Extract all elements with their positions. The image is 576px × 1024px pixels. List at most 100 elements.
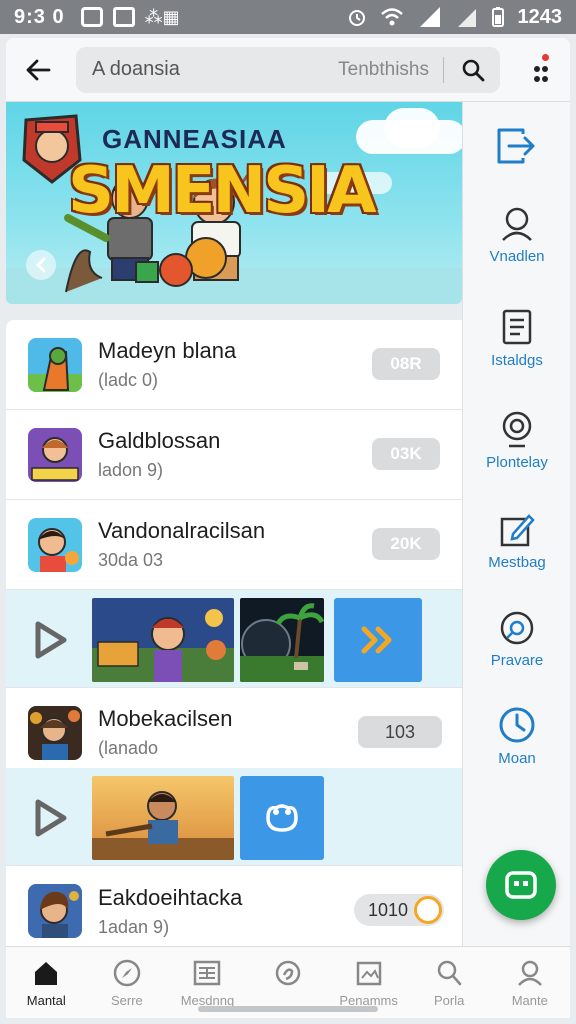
app-name: Mobekacilsen — [98, 706, 233, 731]
rail-item-play[interactable]: Plontelay — [463, 410, 571, 471]
list-item[interactable]: Mobekacilsen (lanado 103 — [6, 688, 462, 778]
search-icon — [437, 960, 462, 986]
banner-subtitle: GANNEASIAA — [102, 124, 287, 154]
download-toggle[interactable]: 1010 — [354, 894, 444, 926]
game-button[interactable] — [240, 776, 324, 860]
notification-dot — [542, 53, 549, 61]
video-thumbnail[interactable] — [240, 598, 324, 682]
video-thumbnail[interactable] — [92, 776, 234, 860]
nav-label: Serre — [110, 993, 143, 1008]
play-button[interactable] — [30, 798, 70, 838]
more-dot — [534, 75, 540, 82]
image-icon — [356, 961, 381, 986]
rail-item-profile[interactable]: Vnadlen — [463, 206, 571, 265]
app-icon — [28, 427, 82, 482]
status-clock: 1243 — [517, 5, 563, 28]
back-button[interactable] — [10, 42, 66, 98]
next-button[interactable] — [334, 598, 422, 682]
app-icon — [28, 884, 82, 938]
export-icon — [497, 128, 535, 164]
rail-label: Istaldgs — [491, 352, 543, 369]
search-icon — [462, 59, 485, 81]
list-item[interactable]: Galdblossan ladon 9) 03K — [6, 410, 462, 500]
nav-label: Porla — [434, 993, 465, 1008]
play-button[interactable] — [30, 620, 70, 660]
status-time: 9:3 0 — [14, 5, 65, 28]
user-icon — [502, 207, 532, 241]
play-icon — [35, 799, 67, 837]
banner-prev-button[interactable] — [26, 250, 56, 280]
home-indicator[interactable] — [198, 1006, 378, 1012]
size-button[interactable]: 08R — [372, 348, 440, 380]
game-icon — [505, 871, 537, 899]
nav-item-explore[interactable]: Serre — [87, 947, 168, 1018]
list-item[interactable]: Eakdoeihtacka 1adan 9) 1010 — [6, 866, 462, 946]
size-button[interactable]: 03K — [372, 438, 440, 470]
rail-item-private[interactable]: Pravare — [463, 610, 571, 669]
floating-action-button[interactable] — [486, 850, 556, 920]
home-icon — [35, 962, 58, 985]
rail-item-messages[interactable]: Mestbag — [463, 512, 571, 571]
profile-icon — [517, 960, 542, 986]
list-item[interactable]: Vandonalracilsan 30da 03 20K — [6, 500, 462, 590]
rail-item-history[interactable]: Moan — [463, 706, 571, 767]
rail-label: Pravare — [490, 652, 544, 669]
search-hint: Tenbthishs — [338, 58, 429, 80]
nav-item-search[interactable]: Porla — [409, 947, 490, 1018]
banner-title: SMENSIA — [68, 154, 376, 228]
search-divider — [443, 56, 444, 83]
frog-icon — [266, 804, 298, 832]
media-row — [6, 590, 462, 688]
news-icon — [194, 960, 221, 986]
signal-2-icon — [457, 9, 476, 27]
support-icon — [275, 960, 301, 986]
more-dot — [542, 65, 548, 72]
nav-item-home[interactable]: Mantal — [6, 947, 87, 1018]
more-options-button[interactable] — [530, 52, 552, 88]
photo-notification-icon — [80, 7, 103, 27]
rail-item-export[interactable] — [463, 126, 571, 172]
promo-banner[interactable]: GANNEASIAA SMENSIA — [6, 102, 462, 304]
rail-label: Moan — [498, 750, 536, 767]
chevron-left-icon — [35, 257, 46, 273]
back-arrow-icon — [26, 59, 51, 80]
app-icon — [28, 337, 82, 392]
compass-icon — [113, 959, 141, 987]
app-subtitle: (ladc 0) — [98, 370, 159, 390]
app-name: Galdblossan — [98, 428, 221, 453]
app-icon — [28, 705, 82, 760]
rail-label: Mestbag — [488, 554, 546, 571]
media-row — [6, 768, 462, 866]
app-list: Madeyn blana (ladc 0) 08R Galdblossan la… — [6, 320, 462, 946]
size-button[interactable]: 20K — [372, 528, 440, 560]
toggle-label: 1010 — [368, 899, 409, 920]
video-thumbnail[interactable] — [92, 598, 234, 682]
clock-icon — [499, 707, 535, 743]
webcam-icon — [502, 411, 532, 448]
app-subtitle: ladon 9) — [98, 460, 164, 480]
app-name: Madeyn blana — [98, 338, 237, 363]
battery-icon — [491, 7, 504, 27]
top-app-bar: A doansia Tenbthishs — [6, 38, 570, 102]
size-button[interactable]: 103 — [358, 716, 442, 748]
search-bar[interactable]: A doansia Tenbthishs — [76, 46, 500, 93]
signal-icon — [419, 7, 440, 27]
app-icon — [28, 517, 82, 572]
search-input[interactable]: A doansia — [92, 58, 292, 81]
play-icon — [35, 621, 67, 659]
rail-item-settings[interactable]: Istaldgs — [463, 308, 571, 369]
list-item[interactable]: Madeyn blana (ladc 0) 08R — [6, 320, 462, 410]
document-icon — [502, 309, 532, 345]
app-subtitle: 30da 03 — [98, 550, 164, 570]
status-bar: 9:3 0 ⁂▦ 1243 — [0, 0, 576, 34]
disc-icon — [500, 611, 534, 645]
side-rail: Vnadlen Istaldgs Plontelay Mestbag Prava… — [462, 102, 570, 946]
more-dot — [542, 75, 548, 82]
toggle-knob — [414, 896, 442, 924]
search-button[interactable] — [458, 55, 488, 85]
signal-grid-icon: ⁂▦ — [144, 6, 180, 27]
app-subtitle: (lanado — [98, 738, 159, 758]
rail-label: Vnadlen — [489, 248, 545, 265]
nav-item-profile[interactable]: Mante — [489, 947, 570, 1018]
rail-label: Plontelay — [486, 454, 548, 471]
